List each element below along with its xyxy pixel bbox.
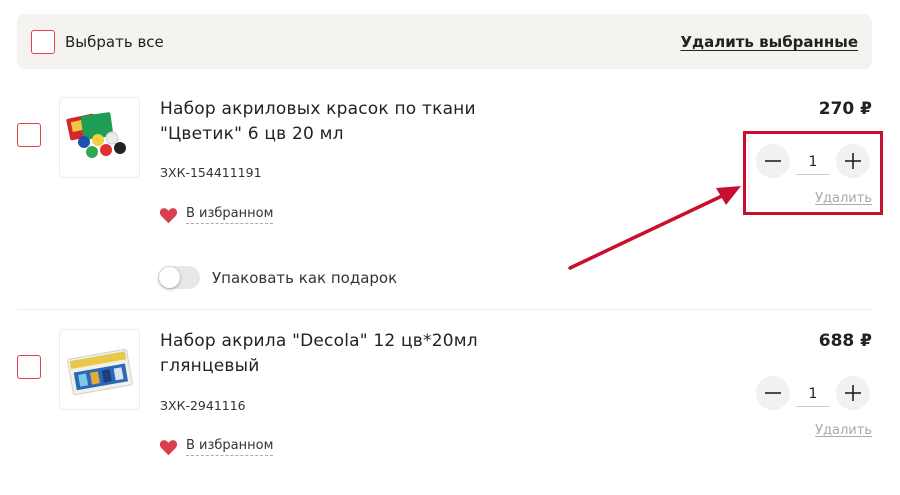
quantity-input[interactable]: [796, 381, 830, 407]
gift-label: Упаковать как подарок: [212, 268, 398, 287]
product-image[interactable]: [59, 97, 140, 178]
favorite-toggle[interactable]: В избранном: [159, 206, 274, 224]
product-image[interactable]: [59, 329, 140, 410]
product-title[interactable]: Набор акриловых красок по ткани "Цветик"…: [160, 97, 550, 147]
item-divider: [17, 309, 872, 310]
annotation-arrow: [568, 186, 741, 270]
product-sku: ЗХК-154411191: [160, 165, 262, 180]
minus-icon: [765, 392, 781, 394]
product-sku: ЗХК-2941116: [160, 398, 246, 413]
product-price: 270 ₽: [818, 99, 872, 119]
select-all-checkbox[interactable]: [31, 30, 55, 54]
quantity-stepper: [756, 376, 870, 410]
heart-icon: [159, 439, 178, 455]
item-checkbox[interactable]: [17, 123, 41, 147]
product-price: 688 ₽: [818, 331, 872, 351]
decrease-quantity-button[interactable]: [756, 376, 790, 410]
remove-item-link[interactable]: Удалить: [815, 423, 872, 438]
heart-icon: [159, 207, 178, 223]
item-checkbox[interactable]: [17, 355, 41, 379]
favorite-label: В избранном: [186, 206, 274, 224]
plus-icon: [845, 385, 861, 401]
delete-selected-link[interactable]: Удалить выбранные: [680, 33, 858, 51]
select-all-bar: Выбрать все Удалить выбранные: [17, 14, 872, 69]
select-all-label[interactable]: Выбрать все: [65, 33, 164, 51]
product-title[interactable]: Набор акрила "Decola" 12 цв*20мл глянцев…: [160, 329, 550, 379]
acrylic-set-image: [67, 348, 133, 396]
annotation-highlight-box: [743, 131, 883, 215]
favorite-label: В избранном: [186, 438, 274, 456]
gift-toggle[interactable]: [158, 266, 200, 289]
increase-quantity-button[interactable]: [836, 376, 870, 410]
gift-wrap-option[interactable]: Упаковать как подарок: [158, 266, 397, 289]
paint-set-image: [66, 112, 126, 158]
favorite-toggle[interactable]: В избранном: [159, 438, 274, 456]
